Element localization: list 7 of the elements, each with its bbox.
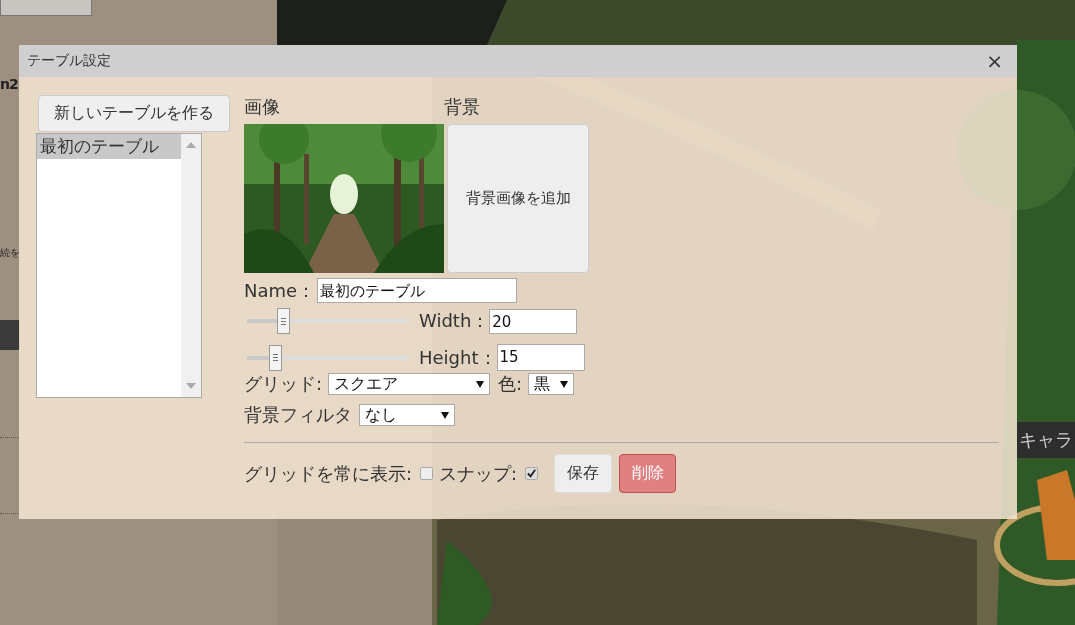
table-list[interactable]: 最初のテーブル [36,133,202,398]
panel-heading: n2 [0,76,18,92]
dialog-title: テーブル設定 [27,52,111,70]
image-label: 画像 [244,95,281,119]
table-list-item[interactable]: 最初のテーブル [37,134,181,159]
new-table-button[interactable]: 新しいテーブルを作る [38,95,230,132]
panel-text: 続を [0,246,20,260]
